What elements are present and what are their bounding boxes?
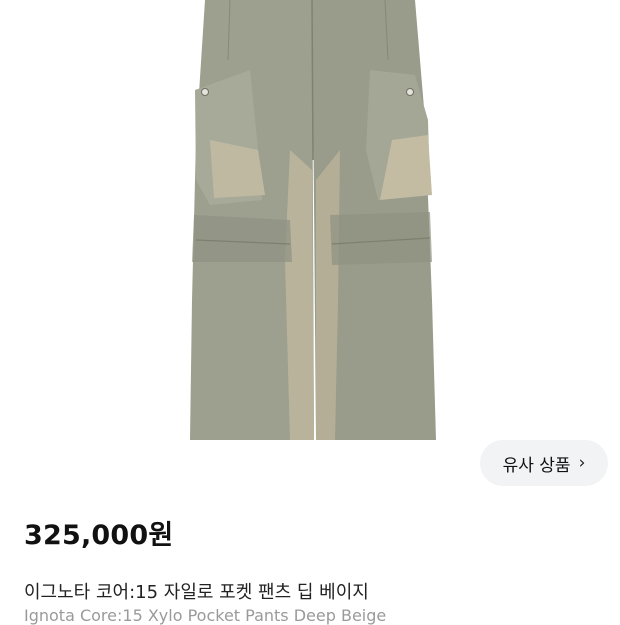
product-price: 325,000원 [24,520,174,551]
product-image[interactable] [0,0,620,480]
pants-illustration [190,0,436,440]
product-name-english: Ignota Core:15 Xylo Pocket Pants Deep Be… [24,606,387,625]
similar-products-button[interactable]: 유사 상품 › [480,440,608,486]
similar-products-label: 유사 상품 [502,455,571,476]
product-name-korean: 이그노타 코어:15 자일로 포켓 팬츠 딥 베이지 [24,582,369,603]
chevron-right-icon: › [578,452,586,473]
